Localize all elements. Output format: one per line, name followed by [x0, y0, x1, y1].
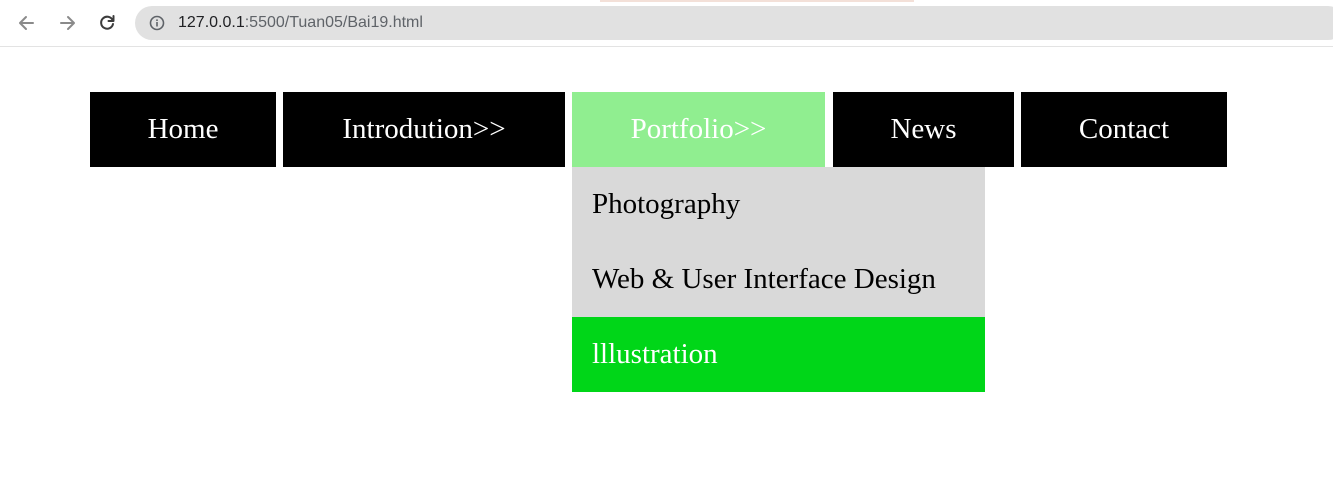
url-text: 127.0.0.1:5500/Tuan05/Bai19.html	[178, 14, 423, 32]
menu-item-home[interactable]: Home	[90, 92, 276, 167]
reload-icon	[100, 15, 115, 30]
dropdown-item-web-ui-design[interactable]: Web & User Interface Design	[572, 242, 985, 317]
menu-item-portfolio[interactable]: Portfolio>>	[572, 92, 825, 167]
tab-strip-edge	[600, 0, 914, 2]
arrow-left-icon	[19, 16, 34, 30]
url-path: :5500/Tuan05/Bai19.html	[244, 14, 423, 31]
menu-item-contact[interactable]: Contact	[1021, 92, 1227, 167]
menu-item-introdution[interactable]: Introdution>>	[283, 92, 565, 167]
arrow-right-icon	[60, 16, 75, 30]
address-bar[interactable]: 127.0.0.1:5500/Tuan05/Bai19.html	[135, 6, 1333, 40]
portfolio-dropdown: Photography Web & User Interface Design …	[572, 167, 985, 392]
menu-item-news[interactable]: News	[833, 92, 1014, 167]
info-icon[interactable]	[149, 15, 165, 31]
back-button[interactable]	[13, 9, 41, 37]
dropdown-item-illustration[interactable]: lllustration	[572, 317, 985, 392]
dropdown-item-photography[interactable]: Photography	[572, 167, 985, 242]
url-host: 127.0.0.1	[178, 14, 245, 31]
forward-button[interactable]	[53, 9, 81, 37]
browser-toolbar: 127.0.0.1:5500/Tuan05/Bai19.html	[0, 0, 1333, 47]
reload-button[interactable]	[93, 9, 121, 37]
